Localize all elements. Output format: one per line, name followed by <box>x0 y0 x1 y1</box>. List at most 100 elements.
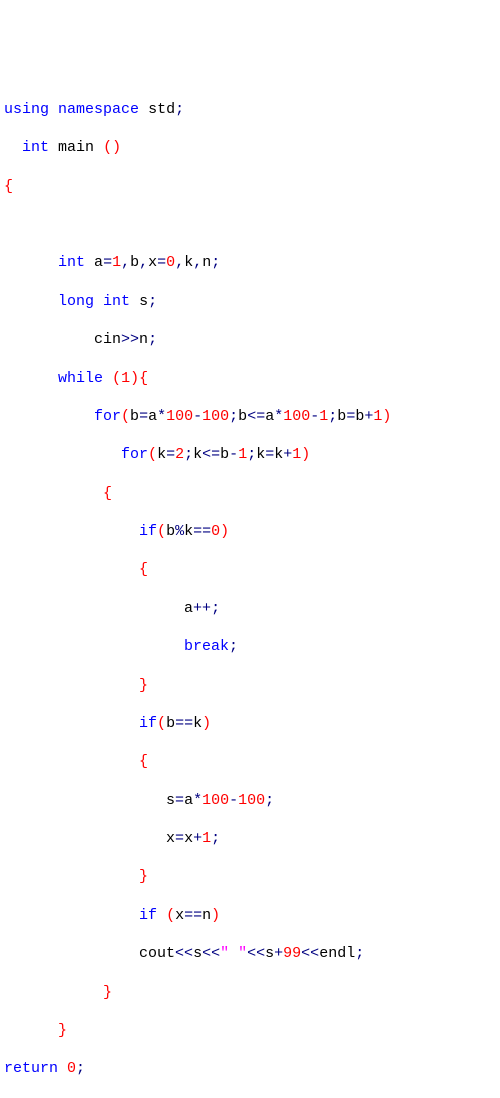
identifier: x <box>184 830 193 847</box>
punct: ; <box>211 254 220 271</box>
op: << <box>175 945 193 962</box>
punct: ; <box>247 446 256 463</box>
identifier: k <box>256 446 265 463</box>
paren: ) <box>130 370 139 387</box>
punct: , <box>121 254 130 271</box>
keyword: for <box>94 408 121 425</box>
identifier: b <box>130 254 139 271</box>
paren: ) <box>202 715 211 732</box>
code-line: a++; <box>4 599 496 618</box>
code-line: if(b==k) <box>4 714 496 733</box>
op: + <box>193 830 202 847</box>
identifier: b <box>166 523 175 540</box>
code-line: } <box>4 867 496 886</box>
identifier: b <box>130 408 139 425</box>
number: 99 <box>283 945 301 962</box>
number: 100 <box>202 408 229 425</box>
number: 100 <box>238 792 265 809</box>
number: 1 <box>238 446 247 463</box>
op: = <box>265 446 274 463</box>
code-line: } <box>4 1021 496 1040</box>
op: - <box>193 408 202 425</box>
op: * <box>274 408 283 425</box>
keyword: int <box>103 293 130 310</box>
op: <= <box>202 446 220 463</box>
code-line: x=x+1; <box>4 829 496 848</box>
keyword: for <box>121 446 148 463</box>
identifier: a <box>265 408 274 425</box>
identifier: n <box>202 907 211 924</box>
code-line: for(k=2;k<=b-1;k=k+1) <box>4 445 496 464</box>
op: = <box>166 446 175 463</box>
identifier: k <box>193 446 202 463</box>
paren: ( <box>148 446 157 463</box>
code-line: cout<<s<<" "<<s+99<<endl; <box>4 944 496 963</box>
identifier: k <box>184 254 193 271</box>
code-line: s=a*100-100; <box>4 791 496 810</box>
identifier: b <box>355 408 364 425</box>
identifier: endl <box>319 945 355 962</box>
code-line: for(b=a*100-100;b<=a*100-1;b=b+1) <box>4 407 496 426</box>
paren: ( <box>103 139 112 156</box>
code-line: } <box>4 676 496 695</box>
code-line: cin>>n; <box>4 330 496 349</box>
keyword: while <box>58 370 103 387</box>
identifier: k <box>274 446 283 463</box>
punct: ; <box>211 600 220 617</box>
identifier: k <box>193 715 202 732</box>
code-line: if (x==n) <box>4 906 496 925</box>
identifier: n <box>139 331 148 348</box>
punct: ; <box>229 408 238 425</box>
keyword: int <box>58 254 85 271</box>
op: << <box>301 945 319 962</box>
punct: ; <box>355 945 364 962</box>
brace: { <box>139 561 148 578</box>
code-line: { <box>4 752 496 771</box>
number: 2 <box>175 446 184 463</box>
keyword: if <box>139 523 157 540</box>
identifier: main <box>58 139 94 156</box>
identifier: s <box>193 945 202 962</box>
identifier: x <box>148 254 157 271</box>
code-line: while (1){ <box>4 369 496 388</box>
op: - <box>229 446 238 463</box>
number: 100 <box>202 792 229 809</box>
identifier: k <box>184 523 193 540</box>
op: << <box>202 945 220 962</box>
brace: { <box>139 753 148 770</box>
paren: ) <box>220 523 229 540</box>
number: 1 <box>112 254 121 271</box>
number: 100 <box>283 408 310 425</box>
brace: { <box>139 370 148 387</box>
number: 0 <box>67 1060 76 1077</box>
brace: } <box>58 1022 67 1039</box>
code-line: { <box>4 484 496 503</box>
op: * <box>193 792 202 809</box>
op: - <box>310 408 319 425</box>
identifier: b <box>220 446 229 463</box>
identifier: b <box>337 408 346 425</box>
keyword: long <box>58 293 94 310</box>
identifier: cin <box>94 331 121 348</box>
op: ++ <box>193 600 211 617</box>
op: + <box>274 945 283 962</box>
brace: } <box>139 868 148 885</box>
number: 0 <box>211 523 220 540</box>
code-line <box>4 215 496 234</box>
keyword: break <box>184 638 229 655</box>
string: " " <box>220 945 247 962</box>
number: 100 <box>166 408 193 425</box>
paren: ( <box>157 715 166 732</box>
brace: } <box>103 984 112 1001</box>
op: <= <box>247 408 265 425</box>
op: + <box>364 408 373 425</box>
code-line: using namespace std; <box>4 100 496 119</box>
brace: { <box>103 485 112 502</box>
identifier: s <box>139 293 148 310</box>
op: << <box>247 945 265 962</box>
code-block: using namespace std; int main () { int a… <box>4 81 496 1098</box>
identifier: s <box>265 945 274 962</box>
punct: ; <box>76 1060 85 1077</box>
op: == <box>175 715 193 732</box>
op: * <box>157 408 166 425</box>
